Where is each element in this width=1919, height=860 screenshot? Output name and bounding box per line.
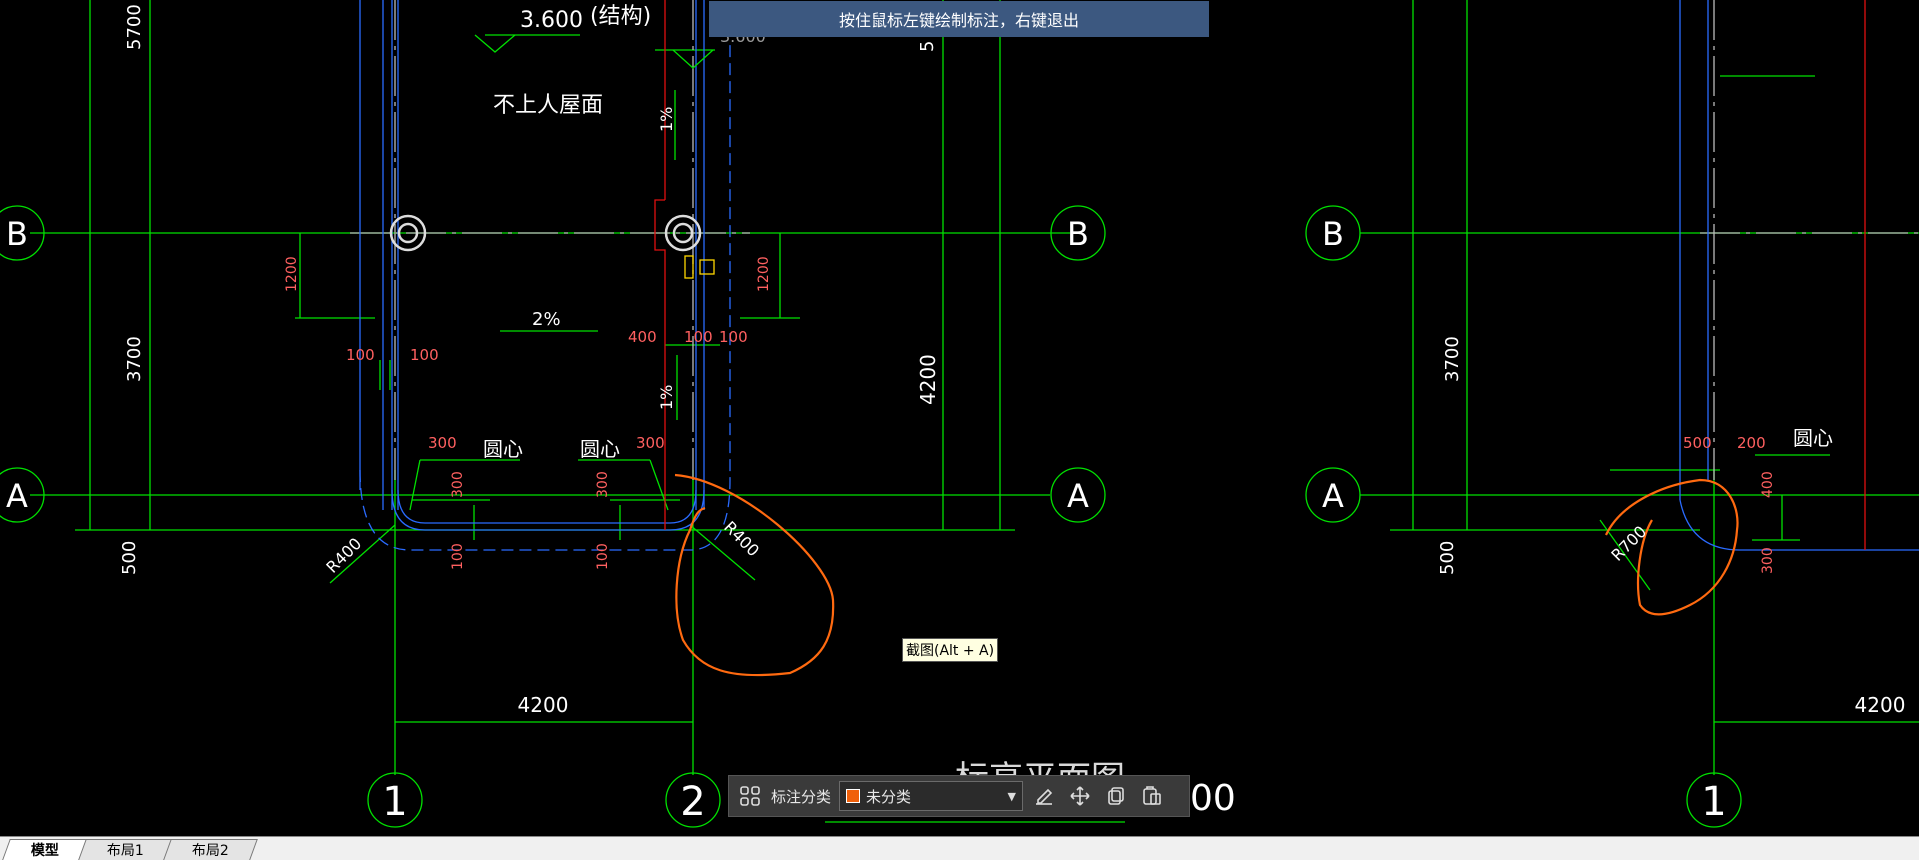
tab-layout2-label: 布局2 xyxy=(191,843,229,859)
dim-400: 400 xyxy=(628,328,657,346)
tab-layout1-label: 布局1 xyxy=(106,843,144,859)
category-label: 标注分类 xyxy=(771,787,832,806)
right-plan-view xyxy=(1305,0,1919,828)
dim-1200-left: 1200 xyxy=(284,256,300,292)
category-select[interactable]: 未分类 ▼ xyxy=(839,781,1024,811)
plan-scale-partial: 00 xyxy=(1190,778,1236,819)
dim-4200-left: 4200 xyxy=(518,693,569,717)
center-label-1: 圆心 xyxy=(483,437,523,461)
walls-right xyxy=(1679,0,1919,551)
radius-r400-right: R400 xyxy=(720,517,763,560)
center-lines-right xyxy=(1700,0,1919,480)
elevation-symbols xyxy=(474,34,714,69)
tab-model-label: 模型 xyxy=(30,843,59,859)
grid-bubbles-right xyxy=(1305,205,1742,828)
slope-vertical-1: 1% xyxy=(657,107,676,132)
grid-bubbles xyxy=(0,205,1106,828)
dim-300-c: 300 xyxy=(450,471,466,498)
command-hint-text: 按住鼠标左键绘制标注，右键退出 xyxy=(838,11,1079,30)
paste-icon[interactable] xyxy=(1137,781,1167,811)
dim-100-e: 100 xyxy=(450,543,466,570)
roof-note: 不上人屋面 xyxy=(493,93,603,118)
move-icon[interactable] xyxy=(1065,781,1095,811)
elevation-value: 3.600 xyxy=(520,8,583,33)
grid-label-1-right: 1 xyxy=(1701,779,1726,825)
elevation-note: (结构) xyxy=(590,4,651,29)
dim-100-d: 100 xyxy=(719,328,748,346)
markup-annotation xyxy=(674,473,835,677)
layout-tabs: 模型 布局1 布局2 xyxy=(0,836,1919,860)
screenshot-tooltip: 截图(Alt + A) xyxy=(902,638,999,662)
dim-4200-right: 4200 xyxy=(1855,693,1906,717)
dim-300-a: 300 xyxy=(428,434,457,452)
drawing-text: 3.600 (结构) 3.600 不上人屋面 2% 1% 1% 5 B B A … xyxy=(6,4,1905,825)
walls xyxy=(359,0,731,551)
tooltip-text: 截图(Alt + A) xyxy=(906,643,995,659)
dim-500-right: 500 xyxy=(1437,541,1458,575)
grid-label-2-left: 2 xyxy=(680,779,705,825)
dim-500-left: 500 xyxy=(119,541,140,575)
dim-4200-vertical: 4200 xyxy=(916,354,940,405)
dim-300-vertical: 300 xyxy=(1760,547,1776,574)
grid-label-a-mid: A xyxy=(1067,477,1089,515)
edit-icon[interactable] xyxy=(1029,781,1059,811)
slope-main: 2% xyxy=(532,309,561,330)
dim-300-b: 300 xyxy=(636,434,665,452)
grid-lines-right xyxy=(1360,0,1919,775)
center-label-2: 圆心 xyxy=(580,437,620,461)
dim-200: 200 xyxy=(1737,434,1766,452)
selection-grip xyxy=(684,255,715,279)
partial-digit: 5 xyxy=(917,41,938,52)
dim-100-b: 100 xyxy=(410,346,439,364)
cad-drawing: 3.600 (结构) 3.600 不上人屋面 2% 1% 1% 5 B B A … xyxy=(0,0,1919,828)
dim-100-f: 100 xyxy=(595,543,611,570)
annotation-toolbar: 标注分类 未分类 ▼ xyxy=(728,775,1190,817)
center-label-3: 圆心 xyxy=(1793,426,1833,450)
tab-layout2[interactable]: 布局2 xyxy=(163,839,258,860)
command-hint-bar: 按住鼠标左键绘制标注，右键退出 xyxy=(709,1,1209,37)
grid-label-a-left: A xyxy=(6,477,28,515)
dim-100-c: 100 xyxy=(684,328,713,346)
cad-drawing-canvas[interactable]: 3.600 (结构) 3.600 不上人屋面 2% 1% 1% 5 B B A … xyxy=(0,0,1919,836)
tab-layout1[interactable]: 布局1 xyxy=(78,839,173,860)
grid-label-1-left: 1 xyxy=(382,779,407,825)
copy-icon[interactable] xyxy=(1101,781,1131,811)
chevron-down-icon: ▼ xyxy=(1007,789,1017,803)
dim-3700-left: 3700 xyxy=(124,336,145,382)
tab-model[interactable]: 模型 xyxy=(2,839,88,860)
category-color-swatch xyxy=(846,789,861,803)
dim-5700: 5700 xyxy=(124,4,145,50)
dim-100-a: 100 xyxy=(346,346,375,364)
dim-400-vertical: 400 xyxy=(1760,471,1776,498)
grid-label-b-left: B xyxy=(6,215,28,253)
category-value: 未分类 xyxy=(866,787,912,806)
dim-3700-right: 3700 xyxy=(1442,336,1463,382)
dim-500-small: 500 xyxy=(1683,434,1712,452)
slope-vertical-2: 1% xyxy=(657,385,676,410)
grid-label-b-right: B xyxy=(1322,215,1344,253)
grid-icon[interactable] xyxy=(735,781,765,811)
dim-300-d: 300 xyxy=(595,471,611,498)
grid-label-a-right: A xyxy=(1322,477,1344,515)
grid-label-b-mid: B xyxy=(1067,215,1089,253)
dim-1200-right: 1200 xyxy=(756,256,772,292)
